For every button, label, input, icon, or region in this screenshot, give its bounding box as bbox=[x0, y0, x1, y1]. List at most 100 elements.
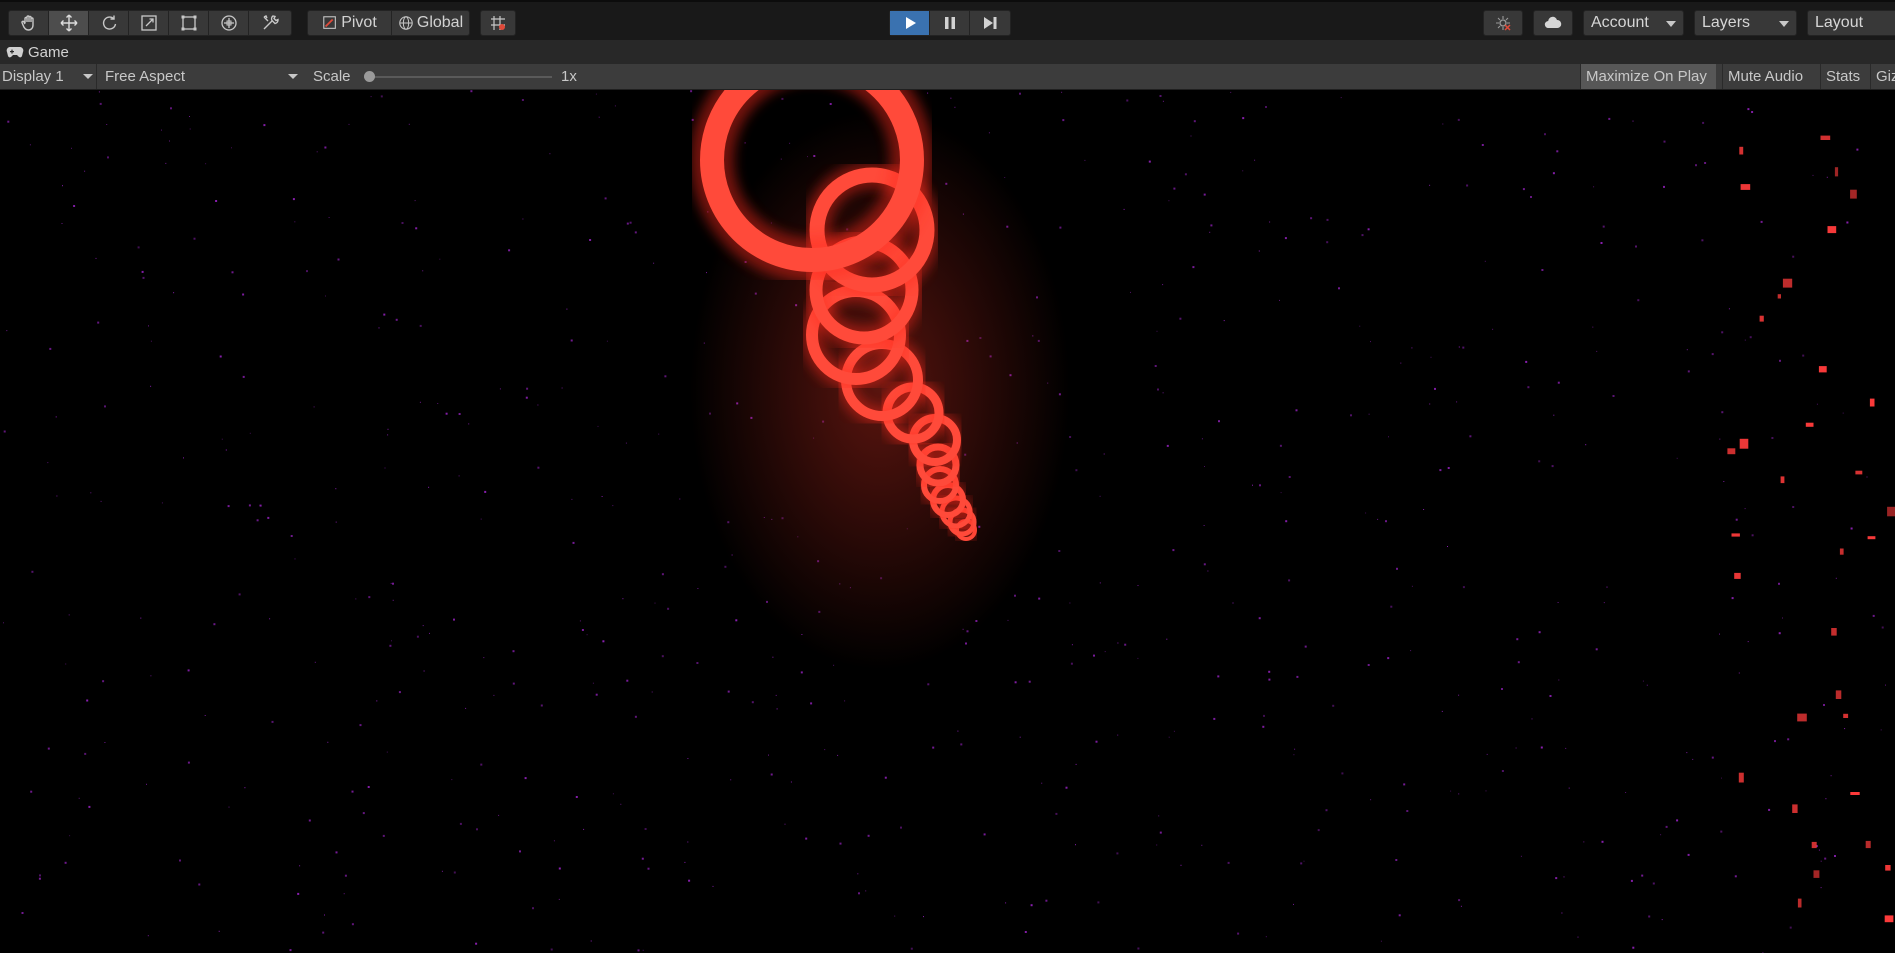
particle-dot bbox=[90, 492, 92, 494]
particle-dot bbox=[1692, 758, 1694, 760]
particle-dot bbox=[1168, 736, 1170, 738]
particle-dot bbox=[570, 339, 573, 342]
particle-dot bbox=[1069, 602, 1071, 604]
particle-dot bbox=[1126, 99, 1129, 102]
mute-audio-toggle[interactable]: Mute Audio bbox=[1722, 64, 1820, 89]
particle-dot bbox=[781, 97, 784, 100]
rect-tool-button[interactable] bbox=[169, 11, 209, 35]
move-tool-button[interactable] bbox=[49, 11, 89, 35]
pivot-button[interactable]: Pivot bbox=[308, 11, 392, 35]
particle-dot bbox=[1190, 135, 1192, 137]
game-viewport[interactable] bbox=[0, 90, 1895, 953]
particle-dot bbox=[31, 570, 34, 573]
pivot-icon bbox=[323, 16, 337, 29]
particle-dot bbox=[1595, 648, 1598, 651]
aspect-label: Free Aspect bbox=[105, 68, 186, 85]
cloud-button[interactable] bbox=[1533, 10, 1573, 36]
particle-dot bbox=[1014, 594, 1016, 597]
transform-tool-button[interactable] bbox=[209, 11, 249, 35]
layout-dropdown[interactable]: Layout bbox=[1807, 10, 1895, 36]
particle-dot bbox=[99, 102, 102, 105]
layers-dropdown[interactable]: Layers bbox=[1694, 10, 1797, 36]
aspect-dropdown[interactable]: Free Aspect bbox=[96, 64, 300, 89]
particle-dot bbox=[306, 270, 308, 273]
particle-dot bbox=[1385, 520, 1387, 523]
particle-dot bbox=[1749, 336, 1752, 339]
particle-dot bbox=[824, 749, 826, 751]
particle-dot bbox=[688, 879, 691, 882]
particle-dot bbox=[1735, 518, 1738, 521]
scale-slider[interactable] bbox=[364, 64, 554, 89]
spark-particle bbox=[1739, 438, 1749, 449]
spark-particle bbox=[1811, 841, 1817, 849]
particle-dot bbox=[1093, 654, 1095, 657]
display-dropdown[interactable]: Display 1 bbox=[2, 64, 96, 89]
collab-button[interactable] bbox=[1483, 10, 1523, 36]
pause-button[interactable] bbox=[930, 11, 970, 35]
play-button[interactable] bbox=[890, 11, 930, 35]
gizmos-toggle[interactable]: Giz bbox=[1870, 64, 1895, 89]
global-button[interactable]: Global bbox=[392, 11, 469, 35]
particle-dot bbox=[1721, 331, 1724, 334]
particle-dot bbox=[1285, 520, 1288, 523]
particle-dot bbox=[537, 466, 540, 469]
grid-snap-button[interactable] bbox=[480, 10, 516, 36]
particle-dot bbox=[524, 777, 527, 780]
particle-dot bbox=[1423, 509, 1425, 510]
spark-particle bbox=[1731, 533, 1740, 537]
maximize-on-play-toggle[interactable]: Maximize On Play bbox=[1580, 64, 1716, 89]
custom-tool-button[interactable] bbox=[249, 11, 291, 35]
particle-dot bbox=[98, 91, 100, 93]
hand-tool-button[interactable] bbox=[9, 11, 49, 35]
particle-dot bbox=[1723, 481, 1725, 482]
stats-toggle[interactable]: Stats bbox=[1820, 64, 1870, 89]
particle-dot bbox=[1565, 747, 1567, 749]
particle-dot bbox=[62, 185, 63, 187]
particle-dot bbox=[437, 403, 439, 404]
particle-dot bbox=[586, 634, 588, 636]
particle-dot bbox=[344, 874, 347, 877]
particle-dot bbox=[579, 620, 581, 622]
particle-dot bbox=[735, 619, 738, 622]
tab-game[interactable]: Game bbox=[6, 42, 69, 62]
particle-dot bbox=[1396, 567, 1398, 570]
particle-dot bbox=[161, 502, 163, 504]
step-button[interactable] bbox=[970, 11, 1010, 35]
particle-dot bbox=[322, 931, 325, 934]
spark-particle bbox=[1850, 792, 1860, 795]
slider-thumb[interactable] bbox=[364, 71, 375, 82]
tab-label: Game bbox=[28, 43, 69, 61]
particle-dot bbox=[1632, 120, 1634, 122]
rotate-tool-button[interactable] bbox=[89, 11, 129, 35]
particle-dot bbox=[327, 741, 329, 743]
particle-dot bbox=[1612, 395, 1615, 397]
particle-dot bbox=[1556, 150, 1559, 153]
particle-dot bbox=[1326, 218, 1329, 221]
spark-particle bbox=[1835, 690, 1842, 699]
scale-tool-button[interactable] bbox=[129, 11, 169, 35]
particle-dot bbox=[314, 661, 316, 663]
particle-dot bbox=[150, 340, 152, 342]
particle-dot bbox=[335, 851, 338, 854]
particle-dot bbox=[1429, 403, 1431, 405]
particle-dot bbox=[644, 828, 647, 830]
particle-dot bbox=[512, 650, 515, 653]
particle-dot bbox=[387, 428, 389, 430]
particle-dot bbox=[1117, 642, 1119, 644]
particle-dot bbox=[1262, 725, 1265, 728]
particle-dot bbox=[1058, 550, 1061, 552]
particle-dot bbox=[259, 504, 261, 506]
global-label: Global bbox=[416, 14, 464, 31]
particle-dot bbox=[1553, 414, 1555, 416]
particle-dot bbox=[1203, 193, 1206, 196]
particle-dot bbox=[189, 116, 190, 117]
particle-dot bbox=[1123, 208, 1125, 210]
particle-dot bbox=[1230, 91, 1232, 93]
particle-dot bbox=[429, 632, 430, 634]
account-dropdown[interactable]: Account bbox=[1583, 10, 1684, 36]
particle-dot bbox=[1551, 465, 1554, 468]
particle-dot bbox=[1637, 299, 1640, 302]
particle-dot bbox=[1192, 266, 1195, 269]
particle-dot bbox=[441, 870, 443, 872]
gamepad-icon bbox=[6, 47, 24, 58]
